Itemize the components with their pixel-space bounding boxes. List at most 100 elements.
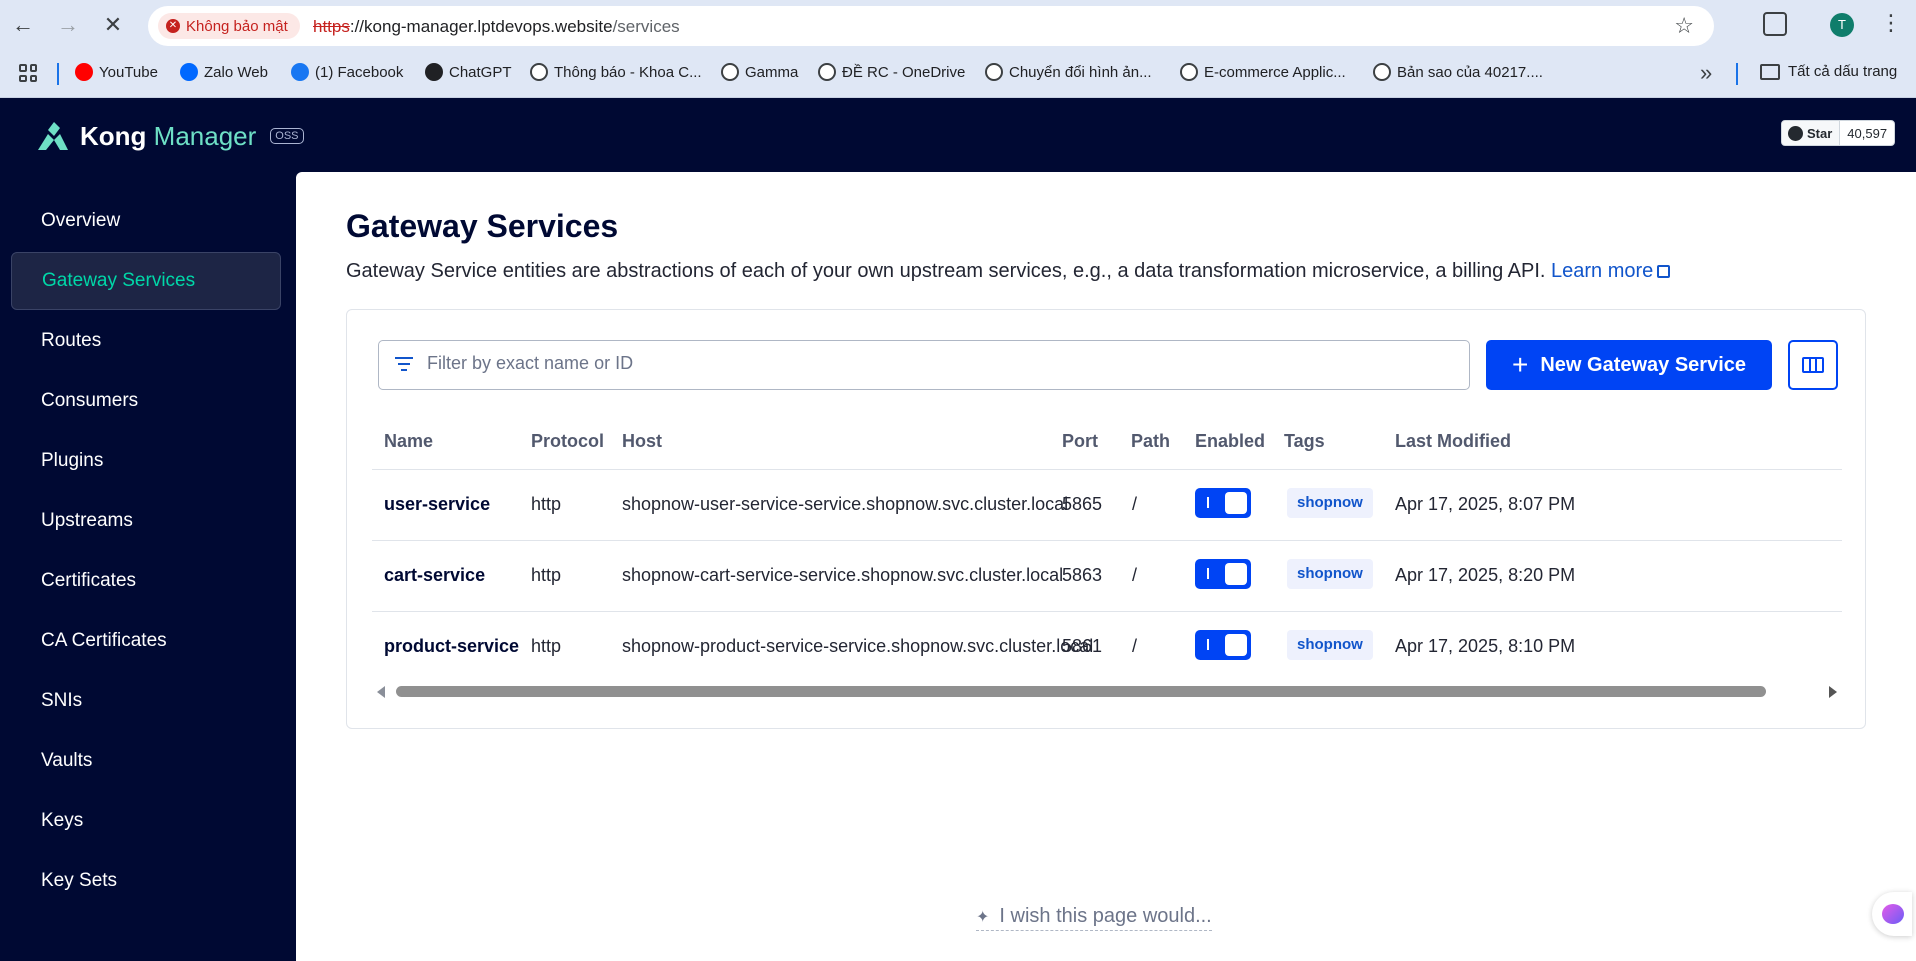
apps-grid-icon[interactable] xyxy=(19,64,37,82)
bookmark-item[interactable]: Bản sao của 40217.... xyxy=(1373,63,1543,81)
bookmark-item[interactable]: Zalo Web xyxy=(180,63,268,81)
bookmark-item[interactable]: YouTube xyxy=(75,63,158,81)
service-modified: Apr 17, 2025, 8:07 PM xyxy=(1395,494,1576,514)
scroll-right-icon[interactable] xyxy=(1829,686,1837,698)
sidebar-item-key-sets[interactable]: Key Sets xyxy=(11,852,281,910)
bookmark-item[interactable]: ĐỀ RC - OneDrive xyxy=(818,63,965,81)
tag-badge[interactable]: shopnow xyxy=(1287,630,1373,660)
service-protocol: http xyxy=(531,636,562,656)
bookmark-item[interactable]: (1) Facebook xyxy=(291,63,403,81)
table-row[interactable]: user-service http shopnow-user-service-s… xyxy=(372,469,1842,540)
service-host: shopnow-product-service-service.shopnow.… xyxy=(622,636,1094,656)
sidebar: Overview Gateway Services Routes Consumers P… xyxy=(0,172,296,961)
bookmark-item[interactable]: ChatGPT xyxy=(425,63,512,81)
sparkle-icon: ✦ xyxy=(976,908,990,926)
star-count: 40,597 xyxy=(1847,125,1888,141)
warning-icon: ✕ xyxy=(166,19,180,33)
ai-assistant-button[interactable] xyxy=(1872,892,1912,936)
address-bar[interactable]: ✕ Không bảo mật https://kong-manager.lpt… xyxy=(148,6,1714,46)
globe-icon xyxy=(1373,63,1391,81)
enabled-toggle[interactable] xyxy=(1195,630,1251,660)
column-header-host[interactable]: Host xyxy=(622,431,662,452)
service-path: / xyxy=(1132,565,1138,585)
service-protocol: http xyxy=(531,494,562,514)
service-name[interactable]: user-service xyxy=(384,494,490,515)
service-path: / xyxy=(1132,494,1138,514)
all-bookmarks-folder[interactable]: Tất cả dấu trang xyxy=(1760,63,1897,80)
service-protocol: http xyxy=(531,565,562,585)
service-port: 5861 xyxy=(1062,636,1103,656)
scroll-left-icon[interactable] xyxy=(377,686,385,698)
column-header-tags[interactable]: Tags xyxy=(1284,431,1325,452)
column-header-name[interactable]: Name xyxy=(384,431,433,452)
column-visibility-button[interactable] xyxy=(1788,340,1838,390)
sidebar-item-overview[interactable]: Overview xyxy=(11,192,281,250)
brain-icon xyxy=(1882,904,1904,924)
security-chip[interactable]: ✕ Không bảo mật xyxy=(158,13,300,39)
enabled-toggle[interactable] xyxy=(1195,559,1251,589)
sidebar-item-upstreams[interactable]: Upstreams xyxy=(11,492,281,550)
table-row[interactable]: product-service http shopnow-product-ser… xyxy=(372,611,1842,682)
column-header-path[interactable]: Path xyxy=(1131,431,1170,452)
app-header: Kong Manager OSS Star 40,597 xyxy=(0,98,1916,172)
bookmark-item[interactable]: Thông báo - Khoa C... xyxy=(530,63,702,81)
service-name[interactable]: cart-service xyxy=(384,565,485,586)
sidebar-item-snis[interactable]: SNIs xyxy=(11,672,281,730)
service-port: 5865 xyxy=(1062,494,1103,514)
sidebar-item-plugins[interactable]: Plugins xyxy=(11,432,281,490)
sidebar-item-vaults[interactable]: Vaults xyxy=(11,732,281,790)
bookmark-item[interactable]: Chuyển đổi hình ản... xyxy=(985,63,1152,81)
stop-icon[interactable]: ✕ xyxy=(100,12,126,38)
bookmark-divider xyxy=(1736,63,1738,85)
service-name[interactable]: product-service xyxy=(384,636,519,657)
sidebar-item-gateway-services[interactable]: Gateway Services xyxy=(11,252,281,310)
columns-icon xyxy=(1802,357,1824,373)
service-host: shopnow-cart-service-service.shopnow.svc… xyxy=(622,565,1064,585)
sidebar-item-ca-certificates[interactable]: CA Certificates xyxy=(11,612,281,670)
feedback-prompt[interactable]: ✦ I wish this page would... xyxy=(976,905,1212,931)
new-gateway-service-button[interactable]: + New Gateway Service xyxy=(1486,340,1772,390)
github-icon xyxy=(1788,125,1803,141)
more-bookmarks-icon[interactable]: » xyxy=(1700,60,1712,86)
bookmarks-bar: YouTube Zalo Web (1) Facebook ChatGPT Thông … xyxy=(0,50,1916,98)
bookmark-item[interactable]: E-commerce Applic... xyxy=(1180,63,1346,81)
learn-more-link[interactable]: Learn more xyxy=(1551,260,1671,282)
profile-avatar[interactable]: T xyxy=(1830,13,1854,37)
bookmark-star-icon[interactable]: ☆ xyxy=(1674,13,1694,39)
globe-icon xyxy=(530,63,548,81)
column-header-enabled[interactable]: Enabled xyxy=(1195,431,1265,452)
kong-logo[interactable]: Kong Manager OSS xyxy=(34,120,304,152)
filter-input[interactable] xyxy=(427,353,1427,374)
enabled-toggle[interactable] xyxy=(1195,488,1251,518)
service-host: shopnow-user-service-service.shopnow.svc… xyxy=(622,494,1069,514)
tag-badge[interactable]: shopnow xyxy=(1287,559,1373,589)
column-header-last-modified[interactable]: Last Modified xyxy=(1395,431,1511,452)
plus-icon: + xyxy=(1511,349,1529,380)
column-header-port[interactable]: Port xyxy=(1062,431,1098,452)
globe-icon xyxy=(985,63,1003,81)
table-row[interactable]: cart-service http shopnow-cart-service-s… xyxy=(372,540,1842,611)
filter-field[interactable] xyxy=(378,340,1470,390)
browser-menu-icon[interactable]: ⋮ xyxy=(1880,10,1902,36)
services-card: + New Gateway Service Name Protocol Host… xyxy=(346,309,1866,729)
oss-badge: OSS xyxy=(270,128,304,144)
bookmark-item[interactable]: Gamma xyxy=(721,63,798,81)
page-description: Gateway Service entities are abstraction… xyxy=(346,260,1671,283)
github-star-button[interactable]: Star 40,597 xyxy=(1781,120,1896,146)
column-header-protocol[interactable]: Protocol xyxy=(531,431,604,452)
forward-icon[interactable]: → xyxy=(55,12,81,38)
sidebar-item-keys[interactable]: Keys xyxy=(11,792,281,850)
sidebar-item-consumers[interactable]: Consumers xyxy=(11,372,281,430)
chatgpt-icon xyxy=(425,63,443,81)
back-icon[interactable]: ← xyxy=(10,12,36,38)
sidebar-item-routes[interactable]: Routes xyxy=(11,312,281,370)
horizontal-scrollbar[interactable] xyxy=(372,684,1842,700)
bookmark-divider xyxy=(57,63,59,85)
url-text[interactable]: https://kong-manager.lptdevops.website/s… xyxy=(313,17,680,37)
globe-icon xyxy=(818,63,836,81)
service-port: 5863 xyxy=(1062,565,1103,585)
tag-badge[interactable]: shopnow xyxy=(1287,488,1373,518)
extensions-icon[interactable] xyxy=(1763,12,1787,36)
sidebar-item-certificates[interactable]: Certificates xyxy=(11,552,281,610)
scrollbar-thumb[interactable] xyxy=(396,686,1766,697)
